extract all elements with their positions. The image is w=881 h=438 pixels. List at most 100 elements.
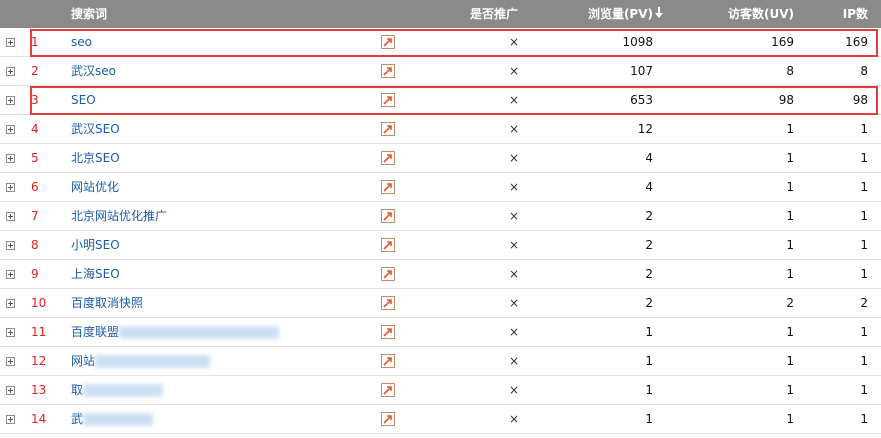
visitors-value: 8	[786, 64, 794, 78]
keyword-link[interactable]: 百度联盟	[71, 318, 119, 347]
table-row: 2 武汉seo × 107 8 8	[0, 57, 881, 86]
expand-row-icon[interactable]	[6, 415, 15, 424]
expand-row-icon[interactable]	[6, 357, 15, 366]
trend-chart-icon[interactable]	[381, 412, 395, 426]
header-promoted[interactable]: 是否推广	[470, 0, 518, 28]
trend-chart-icon[interactable]	[381, 64, 395, 78]
expand-row-icon[interactable]	[6, 212, 15, 221]
visitors-value: 1	[786, 267, 794, 281]
table-row: 4 武汉SEO × 12 1 1	[0, 115, 881, 144]
keyword-link[interactable]: 北京SEO	[71, 144, 120, 173]
sort-desc-arrow-icon	[655, 0, 663, 28]
keyword-link[interactable]: 网站	[71, 347, 95, 376]
keyword-link[interactable]: 武汉seo	[71, 57, 116, 86]
pageviews-value: 4	[645, 151, 653, 165]
keyword-link[interactable]: seo	[71, 28, 92, 57]
expand-row-icon[interactable]	[6, 96, 15, 105]
expand-row-icon[interactable]	[6, 270, 15, 279]
pageviews-value: 2	[645, 238, 653, 252]
trend-chart-icon[interactable]	[381, 383, 395, 397]
visitors-value: 1	[786, 412, 794, 426]
ip-value: 1	[860, 209, 868, 223]
table-row: 11 百度联盟 × 1 1 1	[0, 318, 881, 347]
keyword-link[interactable]: 武汉SEO	[71, 115, 120, 144]
pageviews-value: 2	[645, 209, 653, 223]
expand-row-icon[interactable]	[6, 183, 15, 192]
ip-value: 1	[860, 267, 868, 281]
row-rank: 2	[31, 64, 39, 78]
trend-chart-icon[interactable]	[381, 238, 395, 252]
trend-chart-icon[interactable]	[381, 35, 395, 49]
promoted-status: ×	[509, 209, 520, 223]
visitors-value: 98	[778, 93, 794, 107]
trend-chart-icon[interactable]	[381, 180, 395, 194]
header-pageviews-label: 浏览量(PV)	[587, 7, 653, 21]
ip-value: 1	[860, 412, 868, 426]
keyword-link[interactable]: 武	[71, 405, 83, 434]
ip-value: 1	[860, 122, 868, 136]
trend-chart-icon[interactable]	[381, 296, 395, 310]
trend-chart-icon[interactable]	[381, 122, 395, 136]
row-rank: 1	[31, 35, 39, 49]
expand-row-icon[interactable]	[6, 241, 15, 250]
expand-row-icon[interactable]	[6, 125, 15, 134]
table-row: 9 上海SEO × 2 1 1	[0, 260, 881, 289]
promoted-status: ×	[509, 296, 520, 310]
promoted-status: ×	[509, 151, 520, 165]
promoted-status: ×	[509, 354, 520, 368]
table-row: 7 北京网站优化推广 × 2 1 1	[0, 202, 881, 231]
header-keyword[interactable]: 搜索词	[71, 0, 107, 28]
keyword-link[interactable]: 北京网站优化推广	[71, 202, 167, 231]
table-row: 12 网站 × 1 1 1	[0, 347, 881, 376]
header-ip[interactable]: IP数	[843, 0, 868, 28]
keyword-link[interactable]: 小明SEO	[71, 231, 120, 260]
ip-value: 2	[860, 296, 868, 310]
visitors-value: 1	[786, 383, 794, 397]
visitors-value: 1	[786, 325, 794, 339]
table-row: 6 网站优化 × 4 1 1	[0, 173, 881, 202]
table-row: 5 北京SEO × 4 1 1	[0, 144, 881, 173]
row-rank: 13	[31, 383, 47, 397]
keyword-link[interactable]: 取	[71, 376, 83, 405]
table-row: 13 取 × 1 1 1	[0, 376, 881, 405]
expand-row-icon[interactable]	[6, 38, 15, 47]
trend-chart-icon[interactable]	[381, 325, 395, 339]
promoted-status: ×	[509, 267, 520, 281]
visitors-value: 1	[786, 354, 794, 368]
redacted-blur	[83, 413, 153, 426]
ip-value: 1	[860, 180, 868, 194]
redacted-blur	[83, 384, 163, 397]
keyword-link[interactable]: 网站优化	[71, 173, 119, 202]
trend-chart-icon[interactable]	[381, 354, 395, 368]
promoted-status: ×	[509, 122, 520, 136]
table-row: 14 武 × 1 1 1	[0, 405, 881, 434]
expand-row-icon[interactable]	[6, 386, 15, 395]
pageviews-value: 12	[637, 122, 653, 136]
row-rank: 5	[31, 151, 39, 165]
trend-chart-icon[interactable]	[381, 93, 395, 107]
row-rank: 7	[31, 209, 39, 223]
keyword-link[interactable]: SEO	[71, 86, 96, 115]
row-rank: 10	[31, 296, 47, 310]
header-visitors[interactable]: 访客数(UV)	[728, 0, 794, 28]
table-header: 搜索词 是否推广 浏览量(PV) 访客数(UV) IP数	[0, 0, 881, 28]
promoted-status: ×	[509, 325, 520, 339]
ip-value: 1	[860, 238, 868, 252]
keyword-link[interactable]: 上海SEO	[71, 260, 120, 289]
visitors-value: 1	[786, 238, 794, 252]
ip-value: 1	[860, 383, 868, 397]
trend-chart-icon[interactable]	[381, 209, 395, 223]
table-row: 1 seo × 1098 169 169	[0, 28, 881, 57]
table-row: 10 百度取消快照 × 2 2 2	[0, 289, 881, 318]
keyword-report-table: 搜索词 是否推广 浏览量(PV) 访客数(UV) IP数 1 seo × 109…	[0, 0, 881, 434]
expand-row-icon[interactable]	[6, 154, 15, 163]
expand-row-icon[interactable]	[6, 328, 15, 337]
trend-chart-icon[interactable]	[381, 267, 395, 281]
trend-chart-icon[interactable]	[381, 151, 395, 165]
keyword-link[interactable]: 百度取消快照	[71, 289, 143, 318]
expand-row-icon[interactable]	[6, 67, 15, 76]
visitors-value: 1	[786, 122, 794, 136]
expand-row-icon[interactable]	[6, 299, 15, 308]
header-pageviews[interactable]: 浏览量(PV)	[588, 0, 663, 28]
pageviews-value: 1	[645, 383, 653, 397]
